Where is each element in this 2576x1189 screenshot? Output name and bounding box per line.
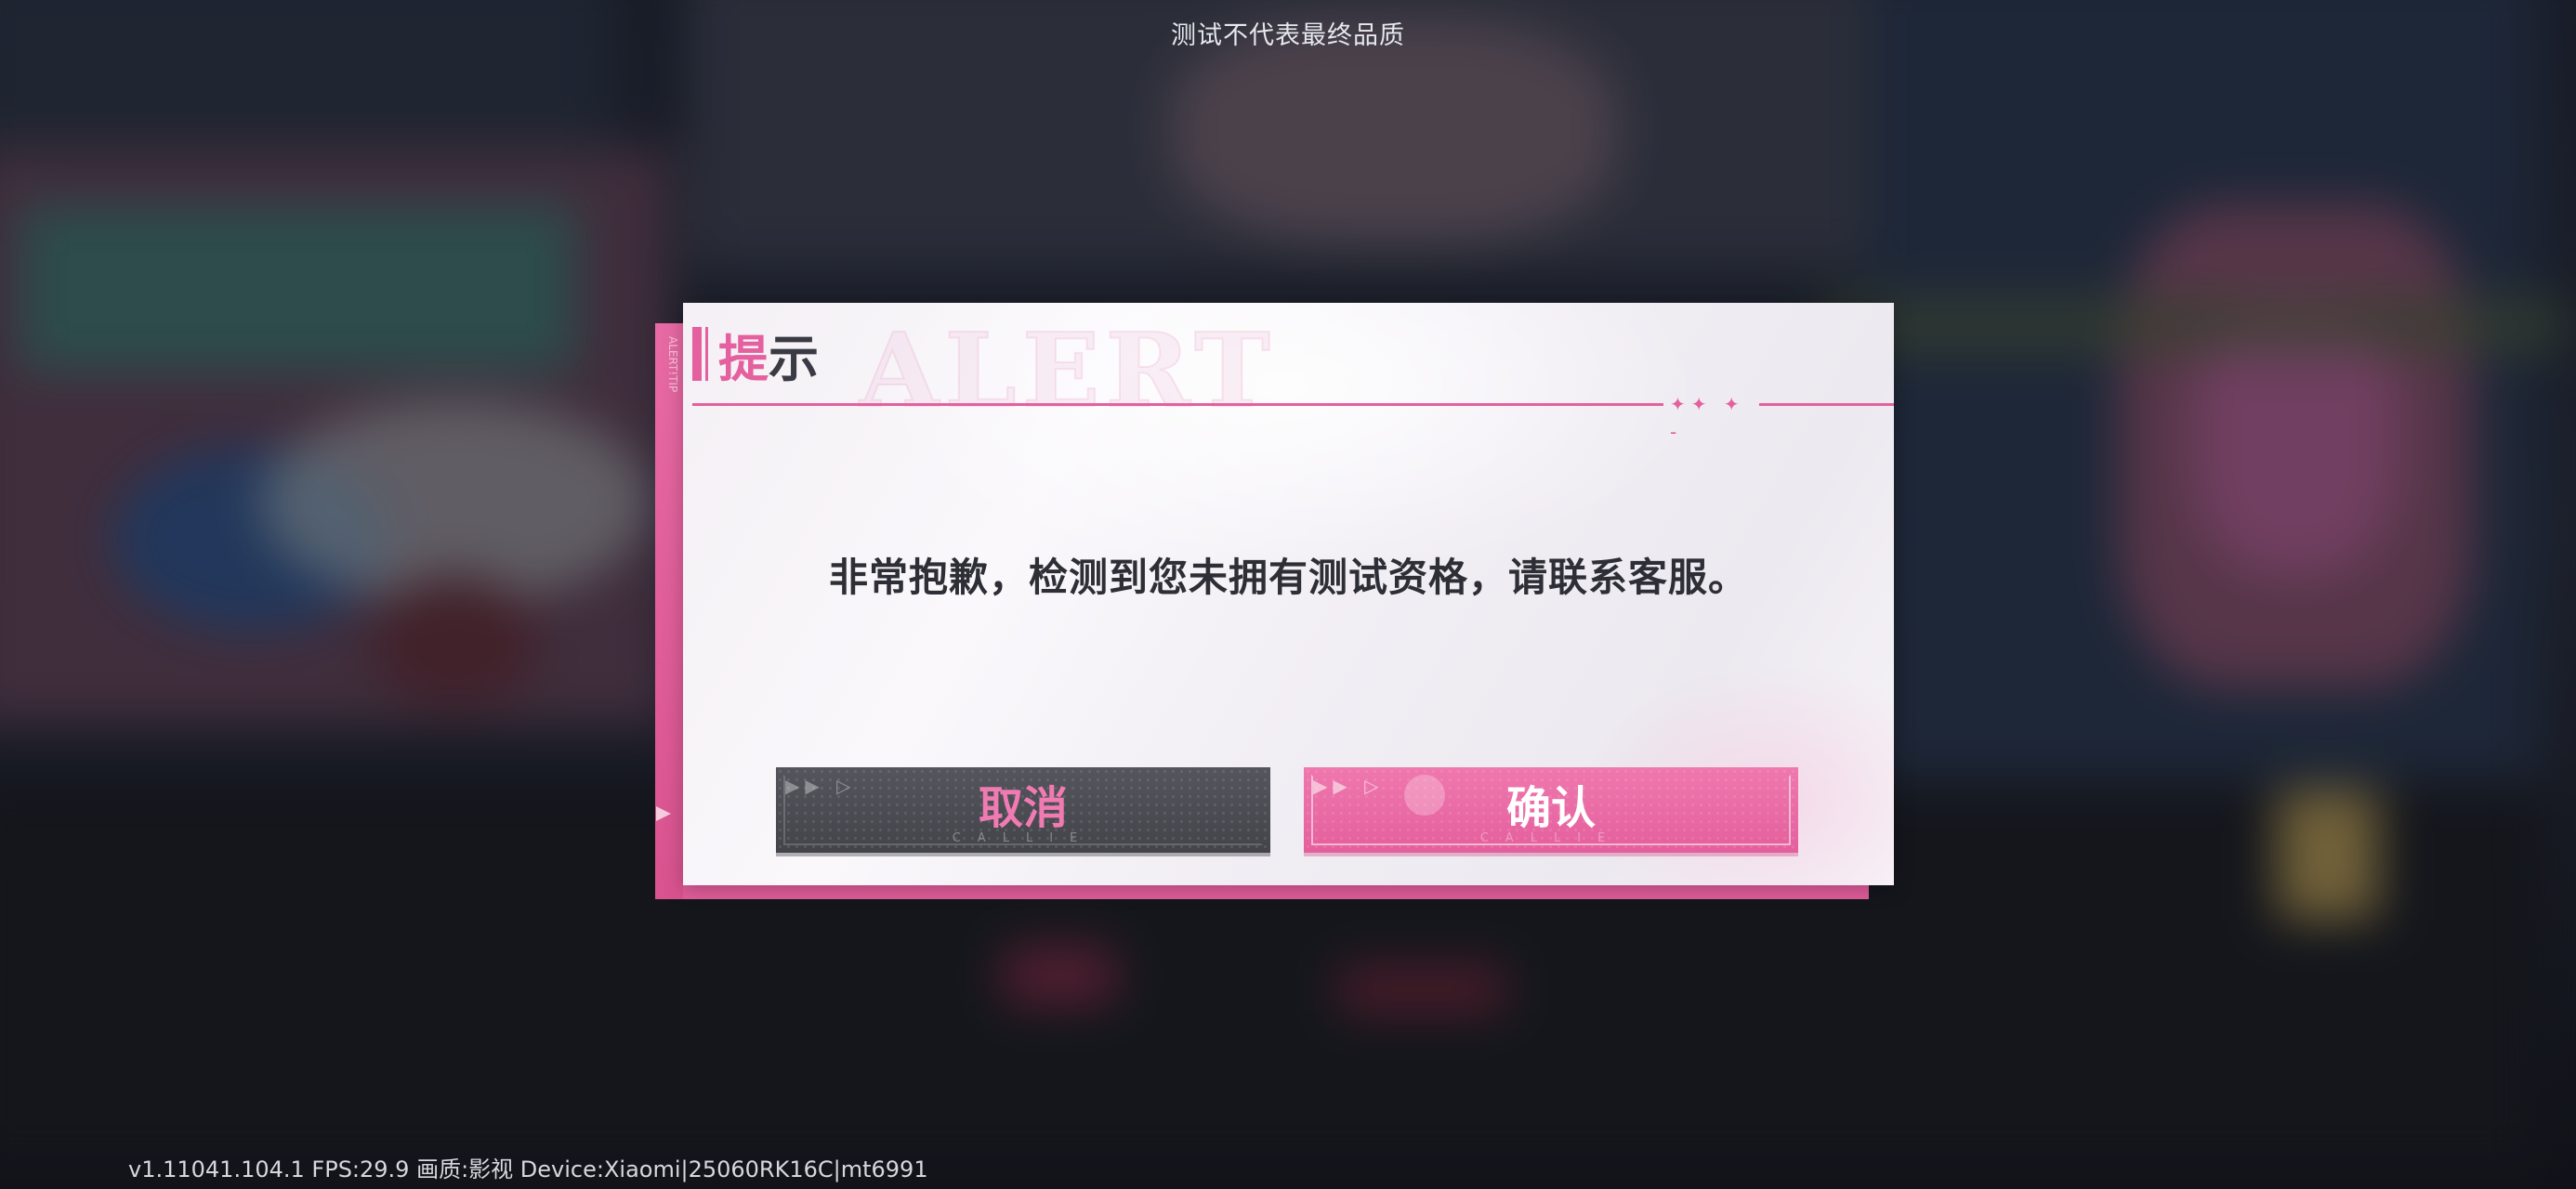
- debug-status-line: v1.11041.104.1 FPS:29.9 画质:影视 Device:Xia…: [128, 1156, 928, 1182]
- dialog-message: 非常抱歉，检测到您未拥有测试资格，请联系客服。: [828, 555, 1748, 600]
- dialog-watermark: ALERT: [859, 309, 1276, 431]
- title-divider-right: [1759, 403, 1894, 406]
- title-divider-left: [692, 403, 1663, 406]
- cancel-button-label: 取消: [978, 782, 1068, 834]
- title-divider-sparkles: ✦✦ ✦ -: [1670, 393, 1745, 443]
- dialog-title-rest: 示: [769, 329, 819, 388]
- test-quality-notice: 测试不代表最终品质: [1171, 21, 1405, 50]
- confirm-button-label: 确认: [1505, 782, 1596, 834]
- title-accent-bar: [692, 327, 702, 381]
- confirm-button[interactable]: ▶▶ ▷ CALLIE 确认: [1304, 767, 1798, 853]
- dialog-side-deco-text: ALERT!TIP: [666, 336, 679, 393]
- cancel-button[interactable]: ▶▶ ▷ CALLIE 取消: [776, 767, 1270, 853]
- dialog-title: 提示: [718, 331, 819, 386]
- dialog-title-first-char: 提: [718, 329, 769, 388]
- dialog-panel: ALERT 提示 ✦✦ ✦ - 非常抱歉，检测到您未拥有测试资格，请联系客服。 …: [683, 303, 1894, 885]
- title-accent-line: [705, 327, 708, 381]
